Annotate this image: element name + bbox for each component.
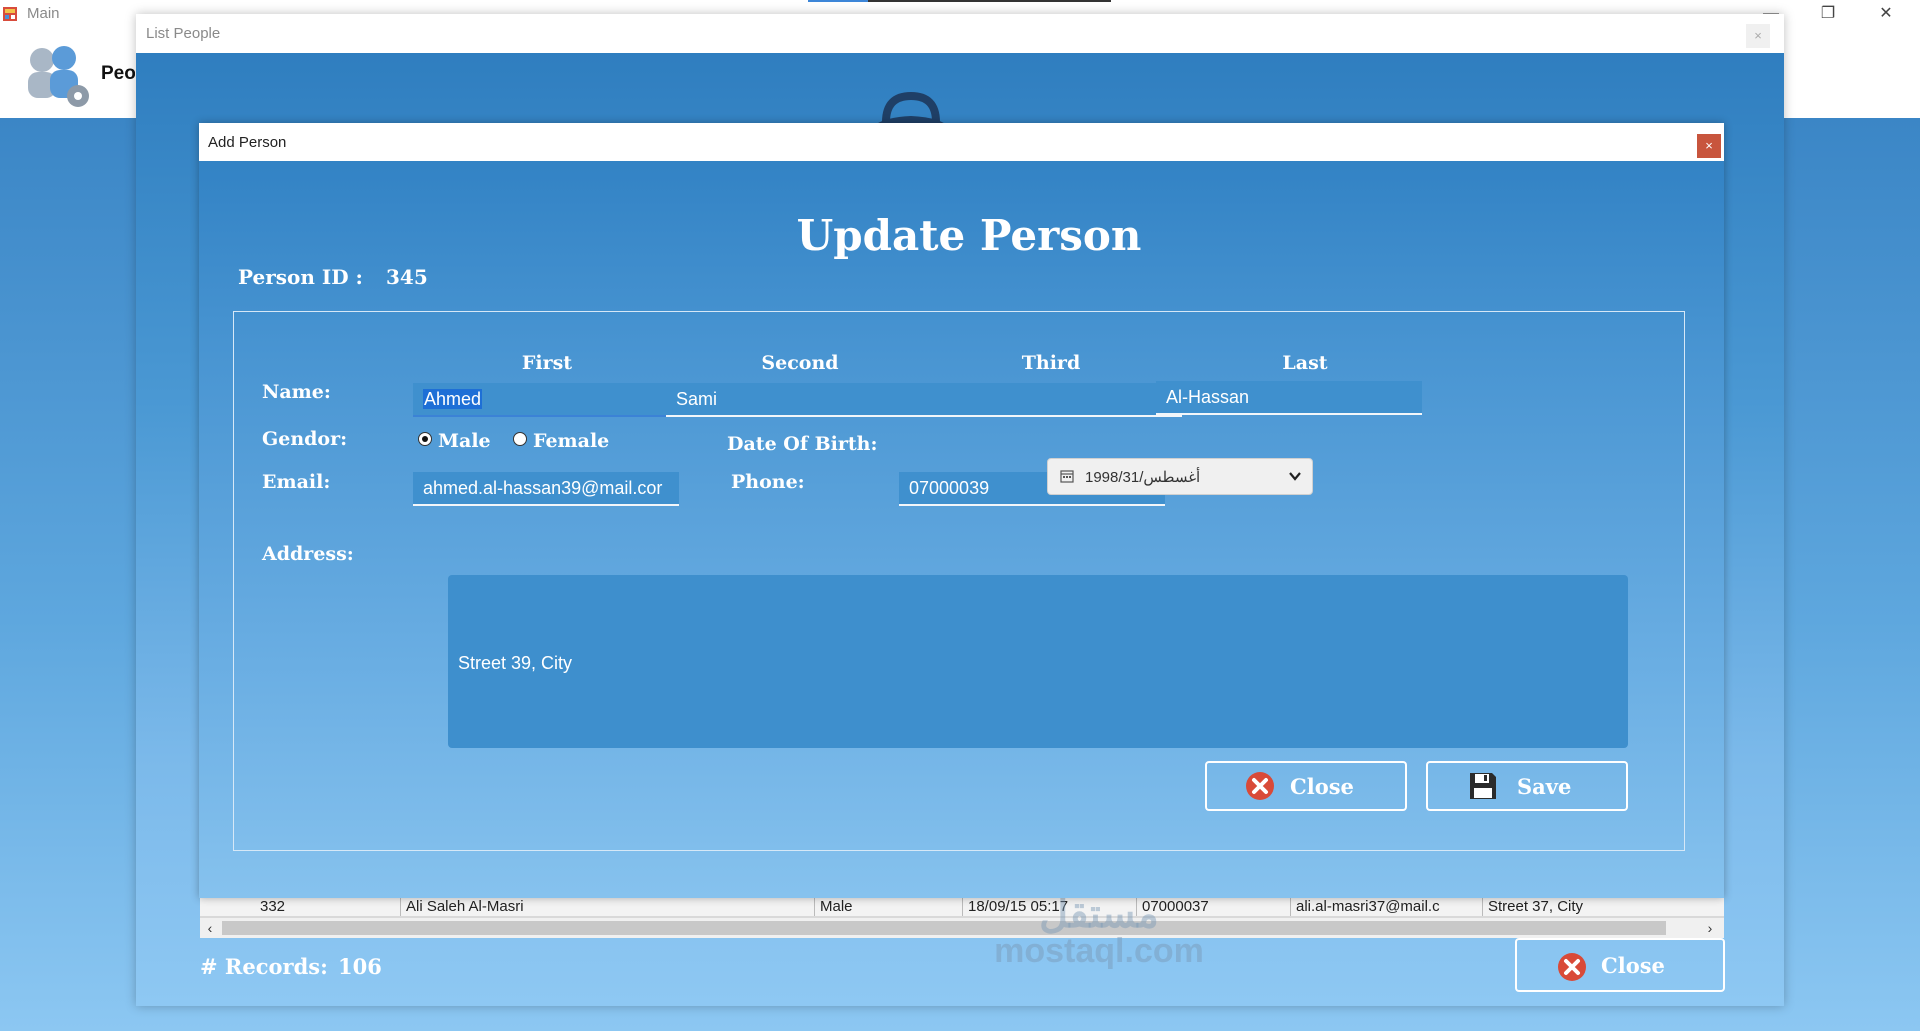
scroll-left-icon[interactable]: ‹ (200, 918, 220, 938)
list-close-label: Close (1601, 953, 1665, 978)
person-id-value: 345 (386, 265, 428, 289)
phone-label: Phone: (731, 471, 805, 493)
close-circle-icon (1246, 772, 1274, 800)
first-name-value: Ahmed (423, 389, 483, 409)
app-icon (3, 7, 17, 21)
list-close-button[interactable]: Close (1515, 938, 1725, 992)
scrollbar-thumb[interactable] (222, 921, 1666, 935)
dialog-title: Add Person (208, 134, 287, 151)
male-radio[interactable] (418, 432, 432, 446)
third-name-field[interactable] (916, 383, 1182, 417)
people-menu-label[interactable]: Peo (101, 63, 135, 85)
list-people-close-x[interactable]: × (1746, 24, 1770, 48)
female-label[interactable]: Female (533, 430, 609, 452)
name-label: Name: (262, 381, 331, 403)
email-label: Email: (262, 471, 331, 493)
save-button-label: Save (1517, 774, 1572, 799)
page-title: Update Person (796, 211, 1142, 260)
last-name-field[interactable]: Al-Hassan (1156, 381, 1422, 415)
save-button[interactable]: Save (1426, 761, 1628, 811)
watermark: مستقل mostaql.com (974, 894, 1224, 968)
loading-indicator (808, 0, 1111, 2)
third-column-header: Third (1021, 352, 1081, 374)
calendar-icon (1060, 470, 1074, 483)
male-label[interactable]: Male (438, 430, 491, 452)
dob-label: Date Of Birth: (727, 433, 878, 455)
add-person-dialog: Add Person × Update Person Person ID : 3… (199, 123, 1724, 898)
main-window-title: Main (27, 5, 60, 22)
dialog-close-x[interactable]: × (1697, 134, 1721, 158)
gender-label: Gendor: (262, 428, 348, 450)
close-button[interactable]: Close (1205, 761, 1407, 811)
cell-id: 332 (260, 898, 286, 915)
cell-gender: Male (820, 898, 853, 915)
female-radio[interactable] (513, 432, 527, 446)
address-field[interactable]: Street 39, City (448, 575, 1628, 748)
cell-name: Ali Saleh Al-Masri (406, 898, 524, 915)
people-grid[interactable]: 332 Ali Saleh Al-Masri Male 18/09/15 05:… (200, 896, 1724, 938)
cell-email: ali.al-masri37@mail.c (1296, 898, 1440, 915)
scroll-right-icon[interactable]: › (1700, 918, 1720, 938)
list-people-titlebar: List People × (136, 14, 1784, 53)
dob-value: 1998/31/أغسطس (1085, 469, 1201, 486)
second-column-header: Second (761, 352, 839, 374)
second-name-field[interactable]: Sami (666, 383, 932, 417)
dialog-titlebar: Add Person × (199, 123, 1724, 161)
close-circle-icon (1558, 953, 1586, 981)
close-button-label: Close (1290, 774, 1354, 799)
window-close-button[interactable]: ✕ (1864, 0, 1908, 30)
cell-address: Street 37, City (1488, 898, 1584, 915)
floppy-disk-icon (1470, 773, 1496, 799)
records-count: 106 (338, 954, 382, 979)
restore-button[interactable]: ❐ (1806, 0, 1850, 30)
first-name-field[interactable]: Ahmed (413, 383, 679, 417)
address-value: Street 39, City (458, 653, 573, 673)
date-of-birth-picker[interactable]: 1998/31/أغسطس (1047, 458, 1313, 495)
horizontal-scrollbar[interactable]: ‹ › (200, 918, 1724, 938)
chevron-down-icon[interactable] (1288, 469, 1302, 483)
watermark-latin: mostaql.com (994, 932, 1204, 970)
records-label: # Records: (200, 954, 328, 979)
people-gear-icon[interactable] (18, 42, 98, 112)
first-column-header: First (521, 352, 573, 374)
table-row[interactable]: 332 Ali Saleh Al-Masri Male 18/09/15 05:… (200, 896, 1724, 916)
list-people-title: List People (146, 25, 221, 42)
person-id-label: Person ID : (238, 265, 363, 289)
watermark-arabic: مستقل (1039, 892, 1159, 936)
last-column-header: Last (1282, 352, 1328, 374)
email-field[interactable]: ahmed.al-hassan39@mail.cor (413, 472, 679, 506)
address-label: Address: (262, 543, 354, 565)
